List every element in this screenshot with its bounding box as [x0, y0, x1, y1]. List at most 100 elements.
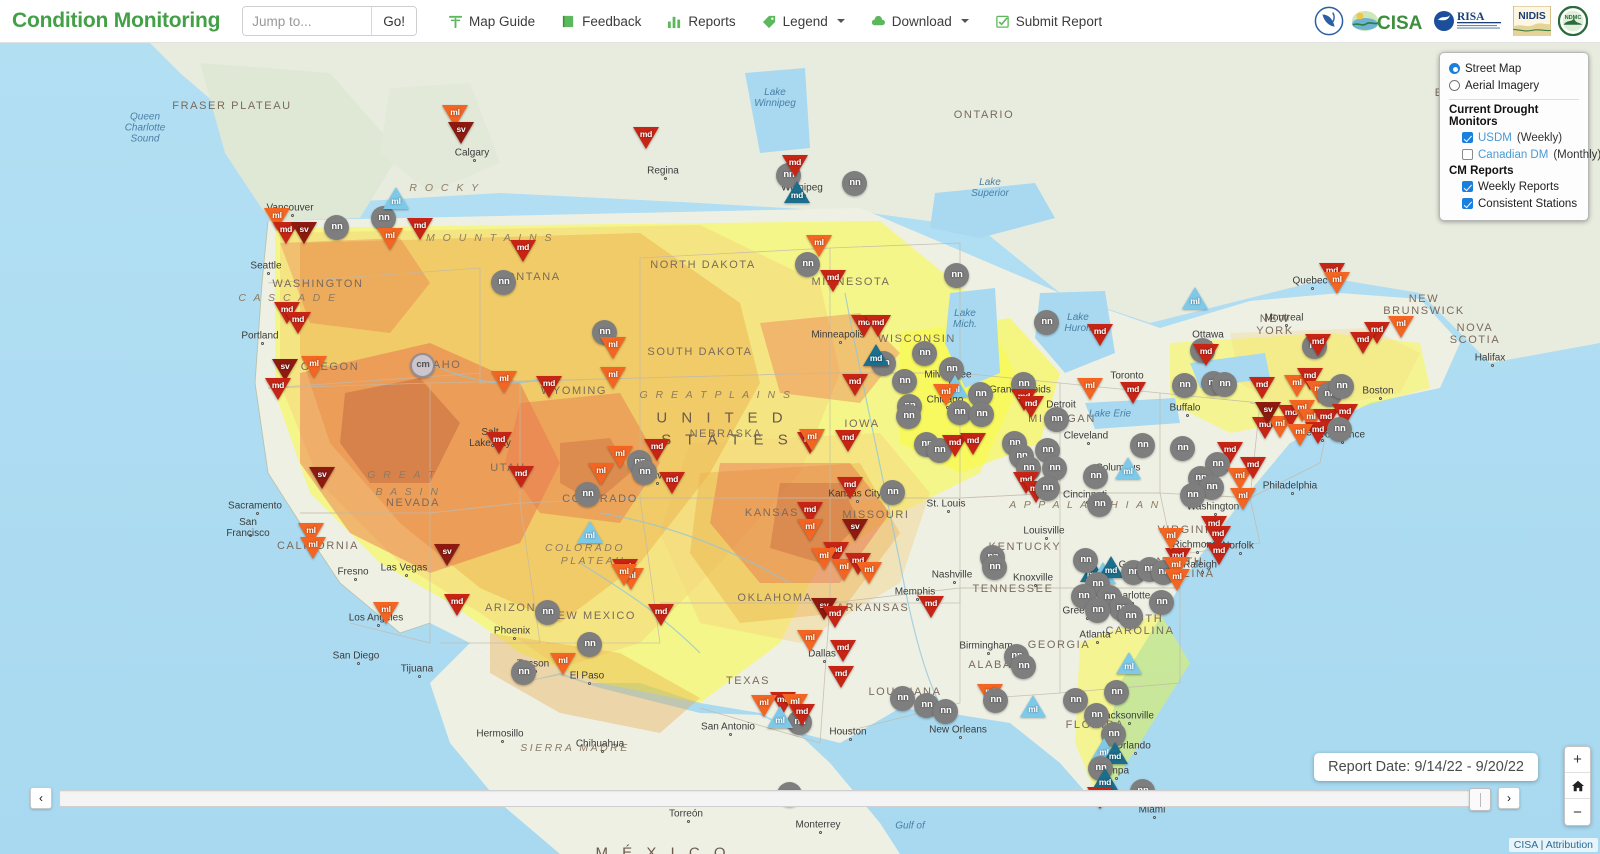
- marker-near-normal[interactable]: nn: [1034, 310, 1060, 335]
- marker-severely-dry[interactable]: sv: [448, 122, 474, 146]
- marker-moderately-dry[interactable]: md: [1350, 332, 1376, 356]
- marker-moderately-dry[interactable]: md: [1193, 344, 1219, 368]
- marker-near-normal[interactable]: nn: [632, 460, 658, 485]
- marker-moderately-wet[interactable]: md: [784, 181, 810, 205]
- marker-near-normal[interactable]: nn: [1130, 433, 1156, 458]
- marker-near-normal[interactable]: nn: [896, 404, 922, 429]
- checkbox-canadian-dm[interactable]: [1462, 149, 1473, 160]
- marker-mildly-dry[interactable]: ml: [797, 630, 823, 654]
- layer-toggle-canadian-dm[interactable]: Canadian DM (Monthly): [1449, 146, 1600, 163]
- marker-mildly-wet[interactable]: ml: [383, 187, 409, 211]
- marker-moderately-dry[interactable]: md: [820, 270, 846, 294]
- marker-moderately-dry[interactable]: md: [648, 604, 674, 628]
- marker-moderately-dry[interactable]: md: [1087, 324, 1113, 348]
- layer-toggle-weekly-reports[interactable]: Weekly Reports: [1449, 178, 1579, 195]
- cocorahs-logo[interactable]: [1314, 5, 1344, 37]
- marker-near-normal[interactable]: nn: [1085, 598, 1111, 623]
- marker-mildly-wet[interactable]: ml: [1115, 457, 1141, 481]
- marker-near-normal[interactable]: nn: [1212, 372, 1238, 397]
- marker-mildly-wet[interactable]: ml: [1020, 695, 1046, 719]
- marker-near-normal[interactable]: nn: [982, 555, 1008, 580]
- marker-moderately-dry[interactable]: md: [265, 378, 291, 402]
- timeline-handle[interactable]: [1469, 787, 1491, 811]
- marker-moderately-dry[interactable]: md: [1305, 334, 1331, 358]
- marker-mildly-wet[interactable]: ml: [1182, 287, 1208, 311]
- marker-near-normal[interactable]: nn: [1180, 483, 1206, 508]
- marker-near-normal[interactable]: nn: [511, 660, 537, 685]
- marker-near-normal[interactable]: nn: [933, 699, 959, 724]
- nav-item-submit-report[interactable]: Submit Report: [982, 0, 1115, 43]
- cisa-logo[interactable]: CISA: [1351, 5, 1425, 37]
- marker-mildly-dry[interactable]: ml: [1324, 272, 1350, 296]
- marker-near-normal[interactable]: nn: [1104, 680, 1130, 705]
- marker-mildly-dry[interactable]: ml: [751, 695, 777, 719]
- marker-moderately-dry[interactable]: md: [1240, 457, 1266, 481]
- marker-moderately-dry[interactable]: md: [835, 430, 861, 454]
- marker-near-normal[interactable]: nn: [1083, 464, 1109, 489]
- marker-moderately-dry[interactable]: md: [285, 312, 311, 336]
- attribution-link[interactable]: Attribution: [1546, 839, 1593, 851]
- marker-mildly-dry[interactable]: ml: [600, 367, 626, 391]
- marker-mildly-dry[interactable]: ml: [611, 564, 637, 588]
- marker-moderately-dry[interactable]: md: [1018, 396, 1044, 420]
- risa-noaa-logo[interactable]: RISA: [1432, 5, 1506, 37]
- marker-moderately-dry[interactable]: md: [536, 376, 562, 400]
- marker-near-normal[interactable]: nn: [1118, 604, 1144, 629]
- marker-moderately-dry[interactable]: md: [822, 606, 848, 630]
- zoom-in-button[interactable]: +: [1565, 747, 1590, 773]
- marker-moderately-dry[interactable]: md: [1206, 543, 1232, 567]
- marker-mildly-dry[interactable]: ml: [1158, 528, 1184, 552]
- marker-consistent-station[interactable]: cm: [410, 353, 436, 378]
- marker-near-normal[interactable]: nn: [1329, 374, 1355, 399]
- nav-item-feedback[interactable]: Feedback: [548, 0, 654, 43]
- search-input[interactable]: [243, 7, 372, 35]
- basemap-option-aerial-imagery[interactable]: Aerial Imagery: [1449, 77, 1579, 94]
- checkbox-usdm[interactable]: [1462, 132, 1473, 143]
- go-button[interactable]: Go!: [371, 7, 417, 35]
- marker-mildly-dry[interactable]: ml: [1230, 488, 1256, 512]
- marker-near-normal[interactable]: nn: [944, 263, 970, 288]
- marker-mildly-dry[interactable]: ml: [799, 429, 825, 453]
- marker-moderately-dry[interactable]: md: [486, 432, 512, 456]
- nav-item-legend[interactable]: Legend: [749, 0, 858, 43]
- marker-near-normal[interactable]: nn: [1073, 548, 1099, 573]
- marker-moderately-dry[interactable]: md: [960, 433, 986, 457]
- marker-mildly-wet[interactable]: ml: [1116, 652, 1142, 676]
- marker-mildly-dry[interactable]: ml: [377, 228, 403, 252]
- layer-toggle-usdm[interactable]: USDM (Weekly): [1449, 129, 1579, 146]
- marker-mildly-dry[interactable]: ml: [300, 537, 326, 561]
- marker-mildly-wet[interactable]: ml: [577, 521, 603, 545]
- marker-moderately-dry[interactable]: md: [918, 596, 944, 620]
- marker-near-normal[interactable]: nn: [577, 632, 603, 657]
- timeline-track[interactable]: [59, 787, 1491, 811]
- marker-moderately-dry[interactable]: md: [828, 666, 854, 690]
- marker-moderately-dry[interactable]: md: [865, 315, 891, 339]
- nav-item-map-guide[interactable]: Map Guide: [435, 0, 548, 43]
- zoom-out-button[interactable]: −: [1565, 799, 1590, 825]
- marker-near-normal[interactable]: nn: [983, 688, 1009, 713]
- marker-near-normal[interactable]: nn: [1327, 417, 1353, 442]
- marker-near-normal[interactable]: nn: [1170, 436, 1196, 461]
- marker-moderately-dry[interactable]: md: [1120, 382, 1146, 406]
- marker-near-normal[interactable]: nn: [535, 600, 561, 625]
- marker-near-normal[interactable]: nn: [1087, 492, 1113, 517]
- marker-moderately-dry[interactable]: md: [837, 477, 863, 501]
- marker-moderately-dry[interactable]: md: [510, 240, 536, 264]
- marker-moderately-dry[interactable]: md: [444, 594, 470, 618]
- timeline-next-button[interactable]: ›: [1498, 787, 1520, 809]
- radio-street-map[interactable]: [1449, 63, 1460, 74]
- marker-near-normal[interactable]: nn: [491, 270, 517, 295]
- nidis-logo[interactable]: NIDIS: [1513, 5, 1551, 37]
- marker-mildly-dry[interactable]: ml: [856, 562, 882, 586]
- marker-near-normal[interactable]: nn: [1044, 407, 1070, 432]
- nmc-logo[interactable]: NDMC: [1558, 5, 1588, 37]
- marker-near-normal[interactable]: nn: [1172, 373, 1198, 398]
- layer-toggle-consistent-stations[interactable]: Consistent Stations: [1449, 195, 1579, 212]
- marker-moderately-dry[interactable]: md: [842, 374, 868, 398]
- marker-severely-dry[interactable]: sv: [309, 467, 335, 491]
- marker-severely-dry[interactable]: sv: [842, 519, 868, 543]
- marker-mildly-dry[interactable]: ml: [600, 337, 626, 361]
- timeline-slider[interactable]: ‹ ›: [30, 787, 1520, 811]
- marker-near-normal[interactable]: nn: [912, 341, 938, 366]
- timeline-prev-button[interactable]: ‹: [30, 787, 52, 809]
